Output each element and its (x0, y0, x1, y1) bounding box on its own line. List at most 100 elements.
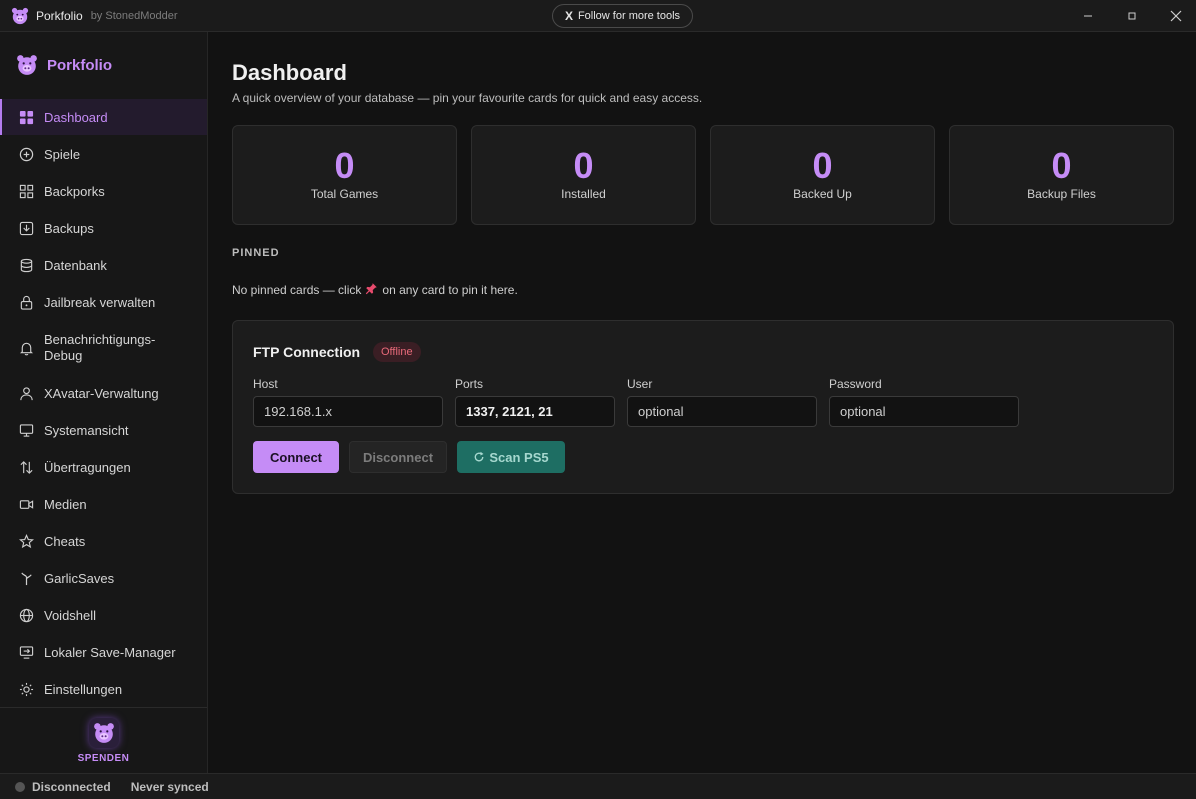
donate-label[interactable]: SPENDEN (78, 753, 130, 764)
maximize-icon (1128, 12, 1136, 20)
stat-card-total-games[interactable]: 0 Total Games (232, 125, 457, 225)
stat-card-installed[interactable]: 0 Installed (471, 125, 696, 225)
stat-value: 0 (573, 145, 594, 186)
stat-value: 0 (1051, 145, 1072, 186)
sidebar-item-datenbank[interactable]: Datenbank (0, 247, 207, 283)
connection-status-dot (15, 781, 25, 792)
ftp-connection-card: FTP Connection Offline Host 192.168.1.x … (232, 320, 1174, 494)
pinned-empty-text-after: on any card to pin it here. (382, 283, 518, 297)
pig-logo-icon (93, 723, 114, 743)
video-icon (18, 496, 34, 512)
sidebar-item-label: Cheats (44, 533, 86, 549)
user-input[interactable]: optional (627, 396, 817, 427)
sidebar-item-label: Dashboard (44, 109, 108, 125)
screen-share-icon (18, 644, 34, 660)
scan-ps5-button[interactable]: Scan PS5 (457, 441, 565, 473)
password-input[interactable]: optional (829, 396, 1019, 427)
ports-input[interactable]: 1337, 2121, 21 (455, 396, 615, 427)
download-box-icon (18, 220, 34, 236)
sidebar-item-spiele[interactable]: Spiele (0, 136, 207, 172)
password-label: Password (829, 377, 882, 391)
sidebar-item-systemansicht[interactable]: Systemansicht (0, 412, 207, 448)
status-bar: Disconnected Never synced (0, 773, 1196, 799)
sidebar-item-label: Lokaler Save-Manager (44, 644, 176, 660)
sidebar-item-label: Backporks (44, 183, 105, 199)
sidebar-item-label: GarlicSaves (44, 570, 115, 586)
pig-logo-icon (17, 55, 37, 75)
plus-circle-icon (18, 146, 34, 162)
globe-icon (18, 607, 34, 623)
x-logo-icon: X (564, 9, 573, 23)
sidebar-item-backporks[interactable]: Backporks (0, 173, 207, 209)
host-input[interactable]: 192.168.1.x (253, 396, 443, 427)
scan-ps5-label: Scan PS5 (489, 449, 549, 465)
close-button[interactable] (1154, 0, 1196, 32)
close-icon (1170, 10, 1182, 22)
stat-value: 0 (334, 145, 355, 186)
stat-card-backup-files[interactable]: 0 Backup Files (949, 125, 1174, 225)
user-label: User (627, 377, 653, 391)
stat-card-backed-up[interactable]: 0 Backed Up (710, 125, 935, 225)
database-icon (18, 257, 34, 273)
sidebar-item-label: Backups (44, 220, 94, 236)
stat-value: 0 (812, 145, 833, 186)
sidebar-item-label: Datenbank (44, 257, 107, 273)
stat-label: Total Games (310, 187, 379, 201)
sidebar-item-cheats[interactable]: Cheats (0, 523, 207, 559)
bell-icon (18, 340, 34, 356)
pig-logo-icon (11, 7, 29, 24)
sidebar-item-label: Voidshell (44, 607, 97, 623)
title-bar: Porkfolio by StonedModder X Follow for m… (0, 0, 1196, 32)
sidebar-item-voidshell[interactable]: Voidshell (0, 597, 207, 633)
sidebar-item-label: Einstellungen (44, 681, 123, 697)
donate-button[interactable] (88, 718, 119, 748)
sidebar-item-uebertragungen[interactable]: Übertragungen (0, 449, 207, 485)
sidebar-item-label: Benachrichtigungs-Debug (44, 332, 156, 363)
grid-icon (18, 109, 34, 125)
ports-label: Ports (455, 377, 484, 391)
sidebar-item-local-save-manager[interactable]: Lokaler Save-Manager (0, 634, 207, 670)
minimize-icon (1084, 15, 1092, 17)
sidebar-item-xavatar[interactable]: XAvatar-Verwaltung (0, 375, 207, 411)
follow-button[interactable]: X Follow for more tools (552, 4, 693, 28)
stat-label: Backup Files (1027, 187, 1096, 201)
sync-status: Never synced (130, 779, 209, 794)
page-title: Dashboard (232, 60, 347, 85)
user-icon (18, 385, 34, 401)
monitor-icon (18, 422, 34, 438)
blocks-icon (18, 183, 34, 199)
donate-section: SPENDEN (0, 707, 207, 773)
transfer-icon (18, 459, 34, 475)
sidebar: Porkfolio Dashboard Spiele Backporks Bac… (0, 32, 208, 773)
window-title: Porkfolio (36, 8, 83, 23)
window-byline: by StonedModder (90, 9, 178, 22)
sidebar-item-einstellungen[interactable]: Einstellungen (0, 671, 207, 707)
brand[interactable]: Porkfolio (16, 54, 112, 76)
disconnect-button[interactable]: Disconnect (349, 441, 447, 473)
main-content: Dashboard A quick overview of your datab… (208, 32, 1196, 773)
sidebar-item-label: Jailbreak verwalten (44, 294, 156, 310)
pinned-empty-message: No pinned cards — click on any card to p… (232, 282, 518, 298)
sidebar-item-label: Medien (44, 496, 87, 512)
host-label: Host (253, 377, 278, 391)
sidebar-item-label: Systemansicht (44, 422, 129, 438)
pinned-header: PINNED (232, 247, 280, 259)
stat-label: Backed Up (793, 187, 852, 201)
ftp-title: FTP Connection (253, 344, 361, 360)
sidebar-item-label: Spiele (44, 146, 81, 162)
garlic-icon (18, 570, 34, 586)
follow-button-label: Follow for more tools (577, 10, 681, 22)
connect-button[interactable]: Connect (253, 441, 339, 473)
sidebar-item-medien[interactable]: Medien (0, 486, 207, 522)
sidebar-item-garlicsaves[interactable]: GarlicSaves (0, 560, 207, 596)
pinned-empty-text-before: No pinned cards — click (232, 283, 362, 297)
sidebar-item-backups[interactable]: Backups (0, 210, 207, 246)
sidebar-item-jailbreak[interactable]: Jailbreak verwalten (0, 284, 207, 320)
status-badge: Offline (373, 342, 421, 362)
sidebar-item-label: XAvatar-Verwaltung (44, 385, 159, 401)
pin-icon (365, 282, 378, 298)
minimize-button[interactable] (1066, 0, 1110, 32)
sidebar-item-notification-debug[interactable]: Benachrichtigungs-Debug (0, 328, 207, 368)
sidebar-item-dashboard[interactable]: Dashboard (0, 99, 207, 135)
maximize-button[interactable] (1110, 0, 1154, 32)
